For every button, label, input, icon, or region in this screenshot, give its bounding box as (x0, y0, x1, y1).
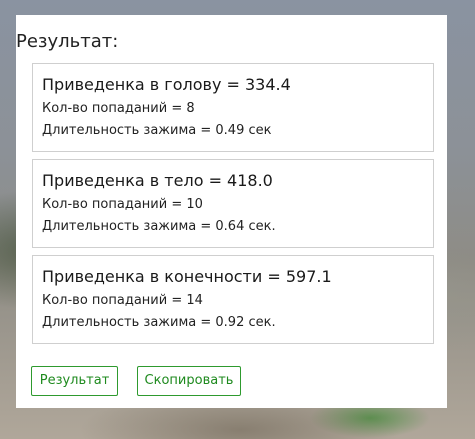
copy-button[interactable]: Скопировать (137, 366, 241, 396)
result-card-limbs: Приведенка в конечности = 597.1 Кол-во п… (32, 255, 434, 344)
result-card-body: Приведенка в тело = 418.0 Кол-во попадан… (32, 159, 434, 248)
card-hits: Кол-во попаданий = 8 (42, 101, 195, 116)
card-hits: Кол-во попаданий = 14 (42, 293, 203, 308)
panel-title: Результат: (16, 31, 119, 52)
card-heading: Приведенка в тело = 418.0 (42, 171, 273, 190)
card-heading: Приведенка в голову = 334.4 (42, 75, 291, 94)
result-card-head: Приведенка в голову = 334.4 Кол-во попад… (32, 63, 434, 152)
card-duration: Длительность зажима = 0.49 сек (42, 123, 272, 138)
card-duration: Длительность зажима = 0.92 сек. (42, 315, 276, 330)
result-button[interactable]: Результат (31, 366, 118, 396)
card-duration: Длительность зажима = 0.64 сек. (42, 219, 276, 234)
card-heading: Приведенка в конечности = 597.1 (42, 267, 332, 286)
card-hits: Кол-во попаданий = 10 (42, 197, 203, 212)
